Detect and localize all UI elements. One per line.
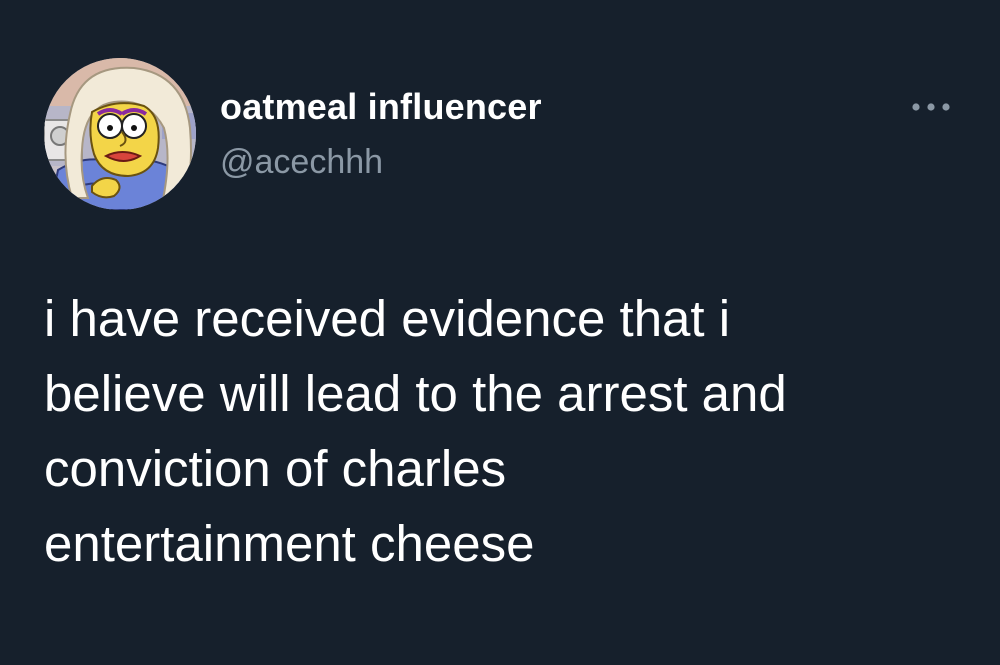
tweet-text: i have received evidence that i believe … xyxy=(44,290,787,572)
more-options-button[interactable] xyxy=(908,94,954,120)
more-horizontal-icon xyxy=(912,103,950,111)
tweet-card: oatmeal influencer @acechhh i have recei… xyxy=(0,0,1000,665)
avatar[interactable] xyxy=(44,58,196,210)
cartoon-woman-avatar-icon xyxy=(44,58,196,210)
author-handle[interactable]: @acechhh xyxy=(220,143,383,182)
author-display-name[interactable]: oatmeal influencer xyxy=(220,86,542,128)
